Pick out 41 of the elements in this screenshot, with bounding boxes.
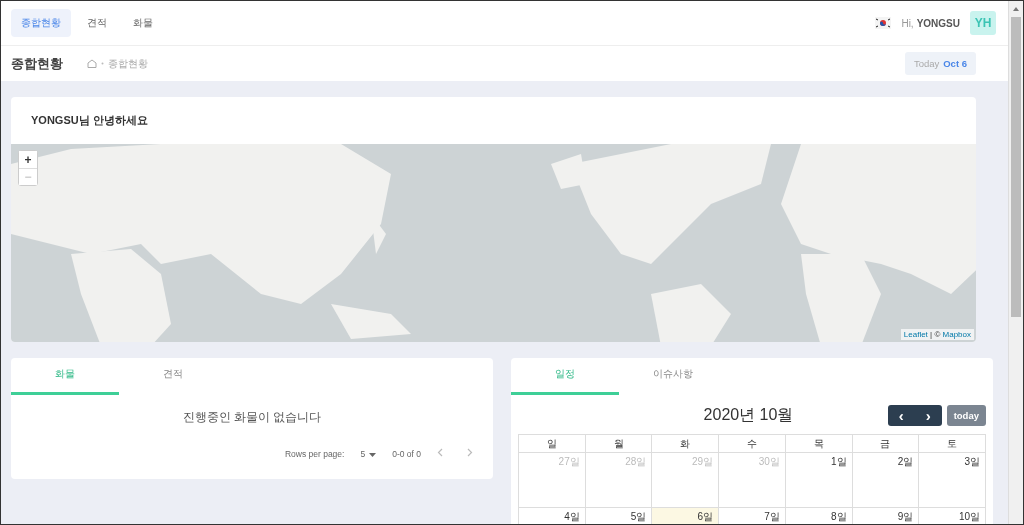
- page-range: 0-0 of 0: [392, 448, 421, 459]
- scrollbar-thumb[interactable]: [1011, 17, 1021, 317]
- weekday-header: 수: [718, 434, 786, 453]
- nav-tab[interactable]: 견적: [77, 9, 117, 37]
- empty-message: 진행중인 화물이 없습니다: [181, 409, 323, 426]
- chevron-left-icon[interactable]: [437, 448, 443, 457]
- nav-tab[interactable]: 종합현황: [11, 9, 71, 37]
- copyright-text: ©: [934, 329, 941, 340]
- attribution-link[interactable]: Mapbox: [942, 329, 971, 340]
- flag-icon[interactable]: [875, 17, 892, 29]
- weekday-header: 금: [852, 434, 919, 453]
- day-cell[interactable]: 3일: [918, 452, 986, 508]
- page-title: 종합현황: [11, 54, 63, 73]
- next-month-button[interactable]: ›: [914, 405, 942, 426]
- attribution-separator: |: [930, 329, 933, 340]
- scroll-up-icon[interactable]: [1012, 5, 1020, 13]
- weekday-header: 토: [918, 434, 986, 453]
- rows-per-page-select[interactable]: 5: [360, 448, 377, 459]
- day-cell[interactable]: 1일: [785, 452, 852, 508]
- day-cell[interactable]: 2일: [852, 452, 919, 508]
- panel-tab[interactable]: 이슈사항: [619, 358, 727, 395]
- weekday-header: 화: [651, 434, 719, 453]
- chevron-right-icon[interactable]: [467, 448, 473, 457]
- weekday-header: 목: [785, 434, 852, 453]
- day-cell[interactable]: 4일: [518, 507, 586, 524]
- caret-icon: [369, 452, 377, 457]
- nav-tab[interactable]: 화물: [123, 9, 163, 37]
- welcome-message: YONGSU님 안녕하세요: [30, 113, 149, 128]
- greeting-text: Hi,: [901, 17, 914, 29]
- today-button[interactable]: today: [946, 405, 986, 426]
- attribution-link[interactable]: Leaflet: [903, 329, 928, 340]
- today-badge: Today Oct 6: [904, 52, 976, 75]
- home-icon[interactable]: [87, 59, 97, 68]
- previous-month-button[interactable]: ‹: [887, 405, 915, 426]
- scrollbar[interactable]: [1008, 1, 1023, 524]
- panel-tab[interactable]: 견적: [119, 358, 227, 395]
- user-name: YONGSU: [916, 17, 960, 29]
- rows-per-page-label: Rows per page:: [284, 448, 345, 459]
- calendar-title: 2020년 10월: [703, 405, 794, 425]
- weekday-header: 월: [585, 434, 652, 453]
- weekday-header: 일: [518, 434, 586, 453]
